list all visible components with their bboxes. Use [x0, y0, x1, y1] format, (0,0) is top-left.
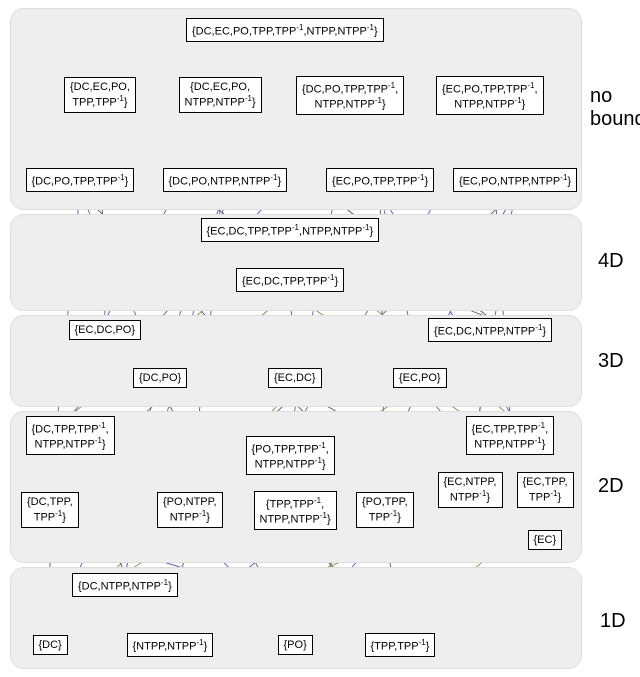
- node-r8a: {DC,NTPP,NTPP-1}: [72, 573, 178, 597]
- node-r6a: {DC,TPP,TPP-1,NTPP,NTPP-1}: [26, 416, 115, 455]
- node-r7e: {EC,NTPP,NTPP-1}: [438, 472, 503, 508]
- node-r7g: {EC}: [528, 530, 563, 550]
- node-r2b: {DC,PO,NTPP,NTPP-1}: [163, 168, 288, 192]
- node-r7d: {PO,TPP,TPP-1}: [356, 492, 414, 528]
- node-r7c: {TPP,TPP-1,NTPP,NTPP-1}: [254, 491, 337, 530]
- node-r5a: {DC,PO}: [133, 368, 187, 388]
- band-label-b3: 2D: [598, 475, 624, 498]
- node-r7b: {PO,NTPP,NTPP-1}: [157, 492, 223, 528]
- node-r5c: {EC,PO}: [393, 368, 447, 388]
- node-r4a: {EC,DC,PO}: [69, 320, 142, 340]
- node-r9d: {TPP,TPP-1}: [365, 633, 436, 657]
- node-r9c: {PO}: [278, 635, 313, 655]
- node-r1c: {DC,PO,TPP,TPP-1,NTPP,NTPP-1}: [296, 76, 404, 115]
- node-r9a: {DC}: [33, 635, 68, 655]
- node-r1b: {DC,EC,PO,NTPP,NTPP-1}: [179, 77, 262, 113]
- band-label-b2: 3D: [598, 350, 624, 373]
- node-r2c: {EC,PO,TPP,TPP-1}: [326, 168, 434, 192]
- node-r3a: {EC,DC,TPP,TPP-1,NTPP,NTPP-1}: [201, 218, 380, 242]
- node-r5b: {EC,DC}: [268, 368, 322, 388]
- node-r2a: {DC,PO,TPP,TPP-1}: [26, 168, 135, 192]
- node-r1d: {EC,PO,TPP,TPP-1,NTPP,NTPP-1}: [436, 76, 544, 115]
- node-r9b: {NTPP,NTPP-1}: [127, 633, 214, 657]
- node-r3b: {EC,DC,TPP,TPP-1}: [236, 268, 344, 292]
- band-label-b0: no bound: [590, 85, 640, 131]
- node-n_top: {DC,EC,PO,TPP,TPP-1,NTPP,NTPP-1}: [186, 18, 384, 42]
- node-r4b: {EC,DC,NTPP,NTPP-1}: [428, 318, 552, 342]
- band-label-b1: 4D: [598, 250, 624, 273]
- node-r7a: {DC,TPP,TPP-1}: [21, 492, 79, 528]
- node-r2d: {EC,PO,NTPP,NTPP-1}: [453, 168, 577, 192]
- node-r6b: {PO,TPP,TPP-1,NTPP,NTPP-1}: [246, 436, 335, 475]
- band-label-b4: 1D: [600, 610, 626, 633]
- node-r6c: {EC,TPP,TPP-1,NTPP,NTPP-1}: [466, 416, 555, 455]
- node-r1a: {DC,EC,PO,TPP,TPP-1}: [64, 77, 136, 113]
- node-r7f: {EC,TPP,TPP-1}: [517, 472, 574, 508]
- diagram-stage: no bound 4D 3D 2D 1D {DC,EC,PO,TPP,TPP-1,NTPP…: [0, 0, 640, 677]
